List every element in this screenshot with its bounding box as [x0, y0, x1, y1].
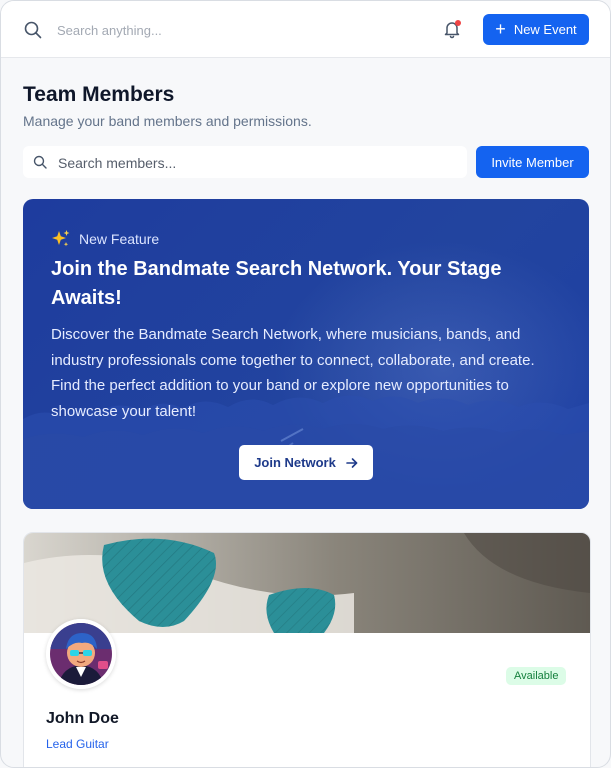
promo-banner: New Feature Join the Bandmate Search Net… — [23, 199, 589, 509]
member-name: John Doe — [46, 710, 119, 727]
arrow-right-icon — [346, 457, 358, 468]
new-event-button[interactable]: + New Event — [483, 14, 589, 45]
global-search-input[interactable] — [55, 18, 359, 42]
guitar-picks-cover-image — [24, 533, 590, 633]
invite-member-button[interactable]: Invite Member — [476, 146, 589, 178]
app-window: + New Event Team Members Manage your ban… — [0, 0, 611, 768]
join-network-button[interactable]: Join Network — [239, 445, 373, 480]
banner-description: Discover the Bandmate Search Network, wh… — [51, 326, 535, 420]
notification-dot — [455, 20, 461, 26]
top-bar: + New Event — [1, 1, 610, 58]
feature-label: New Feature — [79, 231, 160, 247]
feature-badge: New Feature — [51, 229, 159, 249]
search-icon — [33, 155, 47, 169]
banner-title: Join the Bandmate Search Network. Your S… — [51, 258, 502, 309]
member-search-input[interactable] — [56, 151, 460, 175]
page-subtitle: Manage your band members and permissions… — [23, 113, 312, 129]
plus-icon: + — [495, 18, 506, 39]
join-network-label: Join Network — [254, 455, 336, 470]
page-title: Team Members — [23, 83, 175, 106]
sparkle-icon — [52, 230, 70, 247]
member-role: Lead Guitar — [46, 737, 109, 751]
member-search-box[interactable] — [23, 146, 467, 178]
member-card[interactable]: Available John Doe Lead Guitar — [23, 532, 591, 767]
status-badge: Available — [506, 667, 567, 685]
new-event-label: New Event — [513, 22, 577, 37]
avatar — [46, 619, 116, 689]
search-icon — [24, 21, 42, 39]
